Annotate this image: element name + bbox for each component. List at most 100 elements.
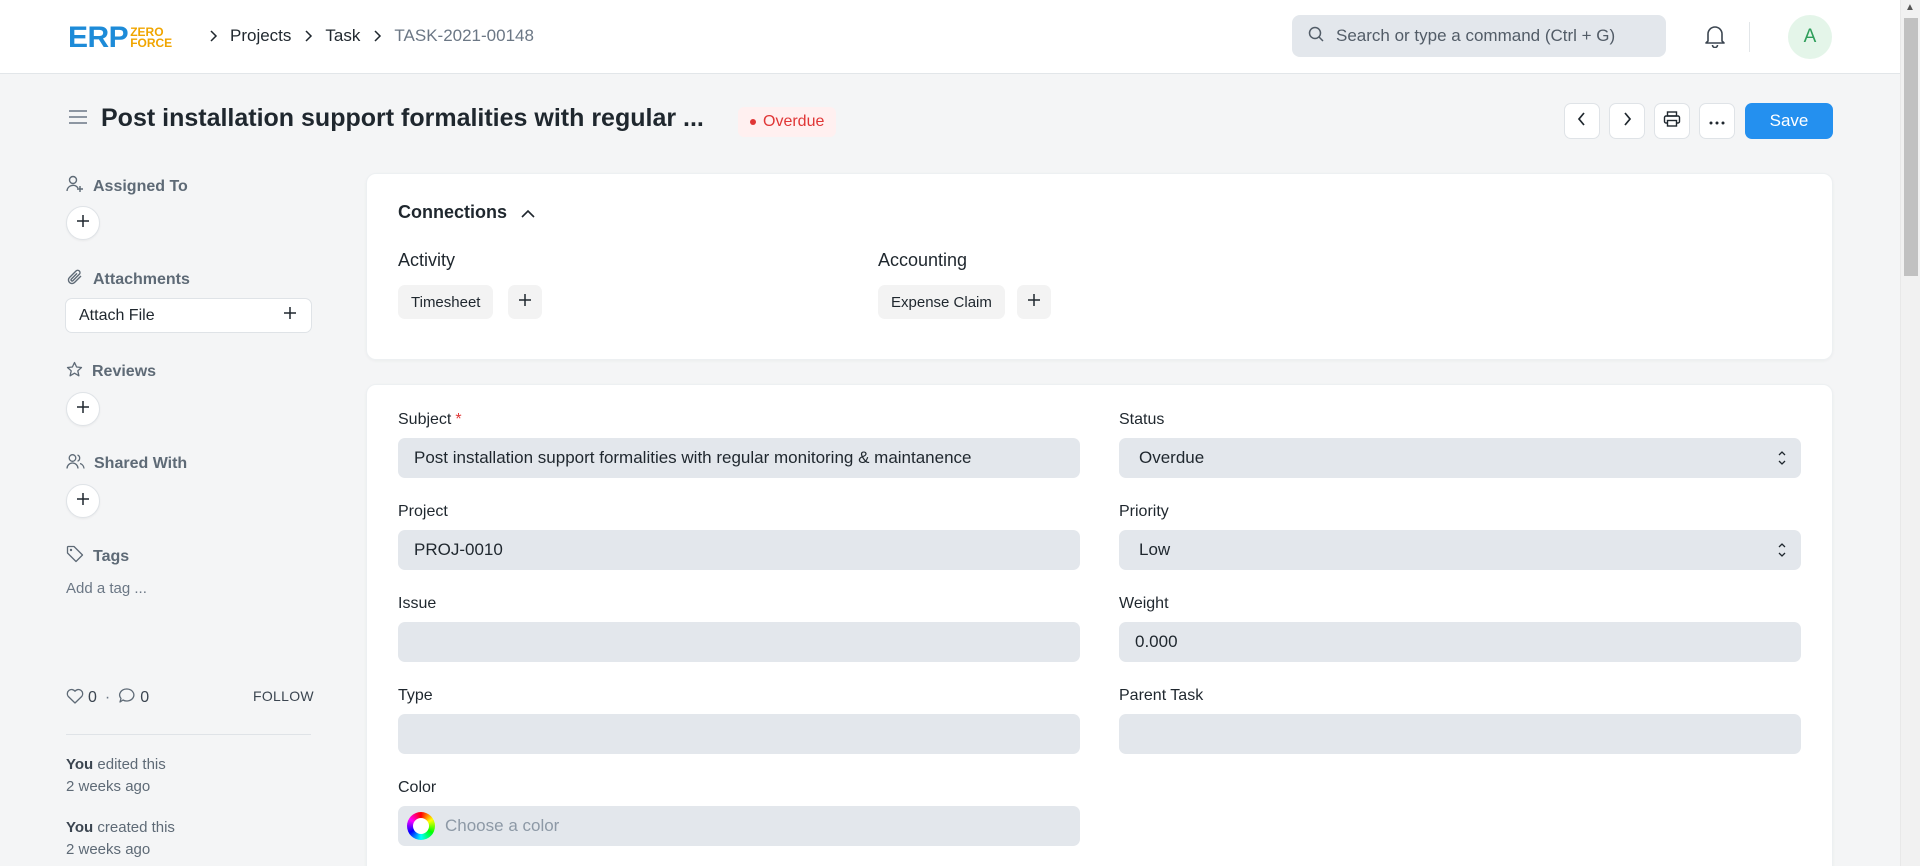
issue-input[interactable]: [398, 622, 1080, 662]
breadcrumb-task[interactable]: Task: [325, 26, 360, 46]
status-badge: Overdue: [738, 107, 837, 137]
timesheet-link[interactable]: Timesheet: [398, 285, 494, 319]
connection-group-activity: Activity: [398, 250, 456, 270]
timeline-user: You: [66, 819, 94, 836]
follow-button[interactable]: FOLLOW: [253, 688, 314, 704]
status-dot: [750, 119, 756, 125]
paperclip-icon: [66, 268, 93, 291]
breadcrumb: Projects Task TASK-2021-00148: [196, 24, 534, 48]
users-icon: [66, 453, 94, 475]
add-share-button[interactable]: [66, 484, 100, 518]
plus-icon: [76, 400, 90, 419]
tag-icon: [66, 545, 93, 568]
color-wheel-icon[interactable]: [407, 812, 435, 840]
app-logo[interactable]: ERP ZERO FORCE: [68, 22, 172, 54]
subject-input[interactable]: Post installation support formalities wi…: [398, 438, 1080, 478]
previous-doc-button[interactable]: [1564, 103, 1600, 139]
status-select-value: Overdue: [1139, 448, 1205, 467]
plus-icon: [1027, 293, 1041, 312]
timeline-user: You: [66, 756, 94, 773]
social-counts: 0 · 0: [66, 687, 149, 709]
connections-title: Connections: [398, 202, 508, 222]
attachments-section: Attachments: [66, 268, 190, 291]
navbar: ERP ZERO FORCE Projects Task TASK-2021-0…: [0, 0, 1900, 74]
user-avatar[interactable]: A: [1788, 15, 1832, 59]
color-placeholder: Choose a color: [445, 816, 560, 835]
weight-label: Weight: [1119, 595, 1169, 612]
subject-label: Subject *: [398, 411, 462, 429]
add-timesheet-button[interactable]: [508, 285, 542, 319]
more-actions-button[interactable]: [1699, 103, 1735, 139]
star-icon: [66, 361, 92, 383]
tags-label: Tags: [93, 547, 130, 565]
plus-icon: [518, 293, 532, 312]
timeline-time: 2 weeks ago: [66, 841, 151, 858]
timeline-action: created this: [97, 819, 175, 836]
likes-count: 0: [88, 689, 97, 706]
separator-dot: ·: [104, 689, 111, 706]
type-input[interactable]: [398, 714, 1080, 754]
status-badge-label: Overdue: [763, 113, 825, 130]
scroll-up-arrow-icon[interactable]: ▲: [1905, 2, 1915, 13]
add-review-button[interactable]: [66, 392, 100, 426]
project-input[interactable]: PROJ-0010: [398, 530, 1080, 570]
logo-erp-text: ERP: [68, 21, 129, 54]
plus-icon: [283, 306, 297, 325]
chevron-right-icon: [303, 30, 313, 42]
priority-select[interactable]: Low: [1119, 530, 1801, 570]
priority-select-value: Low: [1139, 540, 1171, 559]
navbar-divider: [1749, 22, 1750, 52]
timeline-time: 2 weeks ago: [66, 778, 151, 795]
scrollbar-thumb[interactable]: [1904, 18, 1918, 276]
chevron-right-icon: [372, 30, 382, 42]
search-placeholder: Search or type a command (Ctrl + G): [1336, 26, 1616, 45]
comment-icon[interactable]: [118, 687, 136, 709]
sidebar-toggle-icon[interactable]: [68, 109, 88, 130]
status-label: Status: [1119, 411, 1165, 428]
connections-card: [366, 173, 1833, 360]
parent-task-input[interactable]: [1119, 714, 1801, 754]
add-assignee-button[interactable]: [66, 206, 100, 240]
attach-file-button[interactable]: Attach File: [65, 298, 312, 333]
shared-with-section: Shared With: [66, 453, 187, 475]
required-asterisk: *: [455, 411, 462, 428]
chevron-right-icon: [1622, 111, 1632, 131]
page-scrollbar[interactable]: ▲: [1900, 0, 1920, 866]
print-button[interactable]: [1654, 103, 1690, 139]
connections-header[interactable]: Connections: [398, 202, 535, 223]
timeline-item: You edited this 2 weeks ago: [66, 754, 166, 798]
color-picker-input[interactable]: Choose a color: [398, 806, 1080, 846]
attachments-label: Attachments: [93, 270, 190, 288]
reviews-section: Reviews: [66, 361, 156, 383]
parent-task-label: Parent Task: [1119, 687, 1204, 704]
logo-force-text: FORCE: [130, 36, 173, 50]
more-horizontal-icon: [1709, 112, 1725, 130]
search-input[interactable]: Search or type a command (Ctrl + G): [1292, 15, 1666, 57]
plus-icon: [76, 214, 90, 233]
sidebar-divider: [66, 734, 311, 735]
chevron-left-icon: [1577, 111, 1587, 131]
heart-icon[interactable]: [66, 688, 84, 709]
notification-bell-icon[interactable]: [1704, 24, 1726, 53]
status-select[interactable]: Overdue: [1119, 438, 1801, 478]
connection-group-accounting: Accounting: [878, 250, 968, 270]
breadcrumb-current[interactable]: TASK-2021-00148: [394, 26, 534, 46]
project-label: Project: [398, 503, 448, 520]
add-expense-claim-button[interactable]: [1017, 285, 1051, 319]
logo-subtext: ZERO FORCE: [130, 26, 173, 50]
timeline-action: edited this: [97, 756, 166, 773]
plus-icon: [76, 492, 90, 511]
tags-section: Tags: [66, 545, 129, 568]
color-label: Color: [398, 779, 437, 796]
assigned-to-section: Assigned To: [66, 175, 188, 198]
breadcrumb-projects[interactable]: Projects: [230, 26, 291, 46]
expense-claim-link[interactable]: Expense Claim: [878, 285, 1005, 319]
next-doc-button[interactable]: [1609, 103, 1645, 139]
page-title: Post installation support formalities wi…: [101, 104, 704, 132]
weight-input[interactable]: 0.000: [1119, 622, 1801, 662]
add-tag-link[interactable]: Add a tag ...: [66, 580, 147, 597]
save-button[interactable]: Save: [1745, 103, 1833, 139]
printer-icon: [1663, 110, 1681, 132]
user-add-icon: [66, 175, 93, 198]
chevron-right-icon: [208, 30, 218, 42]
